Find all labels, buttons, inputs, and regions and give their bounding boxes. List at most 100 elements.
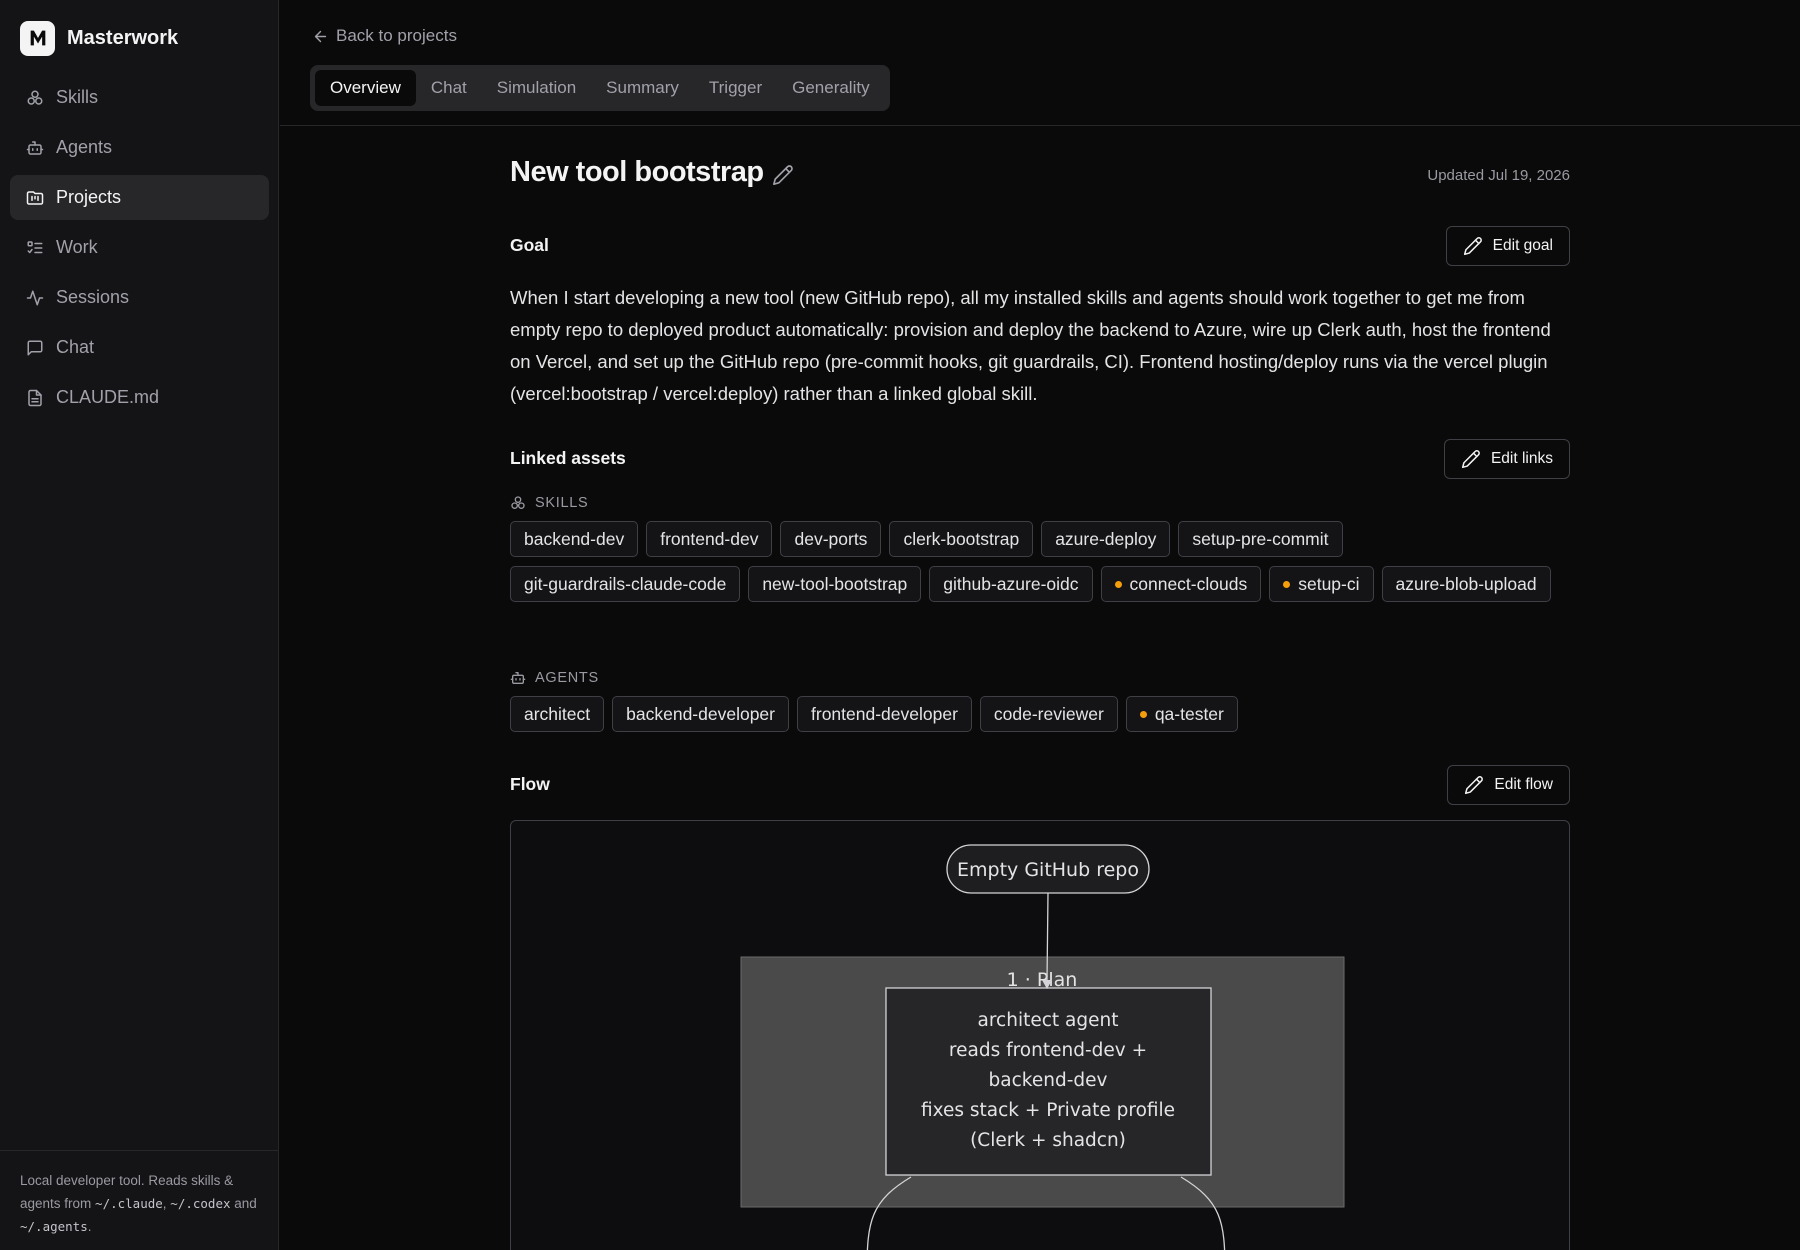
linked-assets-heading: Linked assets — [510, 448, 626, 468]
skill-chip-label: new-tool-bootstrap — [762, 573, 908, 594]
sidebar-item-skills[interactable]: Skills — [10, 75, 269, 120]
sidebar-item-label: Chat — [56, 337, 95, 357]
tab-simulation[interactable]: Simulation — [482, 70, 591, 106]
pencil-icon — [1465, 776, 1484, 795]
skill-chip[interactable]: setup-pre-commit — [1178, 521, 1343, 557]
skill-chip[interactable]: github-azure-oidc — [929, 566, 1093, 602]
status-dot-icon — [1283, 580, 1291, 588]
status-dot-icon — [1139, 710, 1147, 718]
projects-icon — [26, 189, 44, 207]
back-to-projects-link[interactable]: Back to projects — [312, 26, 457, 46]
node-line: backend-dev — [989, 1070, 1108, 1091]
skill-chip[interactable]: azure-blob-upload — [1381, 566, 1551, 602]
edit-goal-button[interactable]: Edit goal — [1445, 226, 1570, 266]
skills-label: SKILLS — [535, 495, 589, 511]
skill-chip-label: frontend-dev — [660, 528, 759, 549]
skill-chip[interactable]: git-guardrails-claude-code — [510, 566, 741, 602]
footer-path: ~/.claude — [95, 1196, 163, 1211]
agents-group-label: AGENTS — [510, 670, 599, 686]
sidebar-item-agents[interactable]: Agents — [10, 125, 269, 170]
agent-chip-label: frontend-developer — [811, 703, 958, 724]
bot-icon — [26, 139, 44, 157]
tab-trigger[interactable]: Trigger — [694, 70, 777, 106]
skill-chip-label: dev-ports — [794, 528, 868, 549]
pencil-icon — [1461, 450, 1480, 469]
skill-chip[interactable]: frontend-dev — [646, 521, 773, 557]
agent-chip[interactable]: code-reviewer — [979, 696, 1118, 732]
tab-chat[interactable]: Chat — [416, 70, 482, 106]
skill-chip[interactable]: dev-ports — [780, 521, 882, 557]
goal-section-header: Goal Edit goal — [510, 226, 1570, 266]
skill-chip[interactable]: azure-deploy — [1041, 521, 1171, 557]
goal-text: When I start developing a new tool (new … — [510, 287, 1551, 404]
tab-bar: Overview Chat Simulation Summary Trigger… — [310, 65, 890, 111]
tab-summary[interactable]: Summary — [591, 70, 694, 106]
start-node-label: Empty GitHub repo — [957, 859, 1139, 881]
skill-chip[interactable]: clerk-bootstrap — [889, 521, 1034, 557]
skill-chip-label: azure-deploy — [1055, 528, 1157, 549]
page-title: New tool bootstrap — [510, 156, 764, 188]
skill-chip[interactable]: backend-dev — [510, 521, 639, 557]
skill-chip-label: github-azure-oidc — [943, 573, 1079, 594]
goal-heading: Goal — [510, 235, 549, 255]
skills-icon — [511, 496, 525, 509]
node-line: reads frontend-dev + — [949, 1040, 1147, 1061]
sidebar-footer: Local developer tool. Reads skills & age… — [0, 1150, 279, 1250]
edit-links-button[interactable]: Edit links — [1443, 439, 1570, 479]
skill-chip-label: clerk-bootstrap — [903, 528, 1020, 549]
sidebar-item-label: Work — [56, 237, 98, 257]
tab-overview[interactable]: Overview — [315, 70, 416, 106]
node-line: (Clerk + shadcn) — [970, 1130, 1126, 1151]
sidebar-item-label: Agents — [56, 137, 113, 157]
sidebar-item-projects[interactable]: Projects — [10, 175, 269, 220]
agent-chip[interactable]: frontend-developer — [797, 696, 972, 732]
sidebar-item-claude-md[interactable]: CLAUDE.md — [10, 375, 269, 420]
footer-text: . — [87, 1219, 92, 1234]
masterwork-logo-icon — [20, 20, 55, 56]
edit-links-label: Edit links — [1490, 450, 1553, 467]
footer-path: ~/.agents — [20, 1219, 88, 1234]
flow-section-header: Flow Edit flow — [510, 765, 1570, 805]
agent-chip[interactable]: backend-developer — [612, 696, 789, 732]
activity-icon — [26, 289, 44, 307]
linked-assets-header: Linked assets Edit links — [510, 439, 1570, 479]
edit-title-pencil-icon[interactable] — [772, 164, 794, 186]
brand[interactable]: Masterwork — [20, 20, 178, 56]
edit-flow-button[interactable]: Edit flow — [1447, 765, 1570, 805]
status-dot-icon — [1114, 580, 1122, 588]
skills-group-label: SKILLS — [510, 495, 588, 511]
flow-diagram[interactable]: Empty GitHub repo 1 · Plan architect age… — [510, 820, 1570, 1250]
skill-chip-label: git-guardrails-claude-code — [524, 573, 727, 594]
flow-heading: Flow — [510, 774, 550, 794]
sidebar-item-label: Projects — [56, 187, 122, 207]
agent-chip-label: qa-tester — [1154, 703, 1224, 724]
sidebar-item-work[interactable]: Work — [10, 225, 269, 270]
message-icon — [26, 339, 44, 357]
sidebar-item-sessions[interactable]: Sessions — [10, 275, 269, 320]
agent-chip-label: backend-developer — [626, 703, 775, 724]
back-label: Back to projects — [336, 26, 457, 45]
sidebar-item-label: Sessions — [56, 287, 130, 307]
bot-icon — [510, 672, 526, 684]
skill-chip[interactable]: new-tool-bootstrap — [748, 566, 922, 602]
agent-chip-label: architect — [524, 703, 591, 724]
agent-chip[interactable]: architect — [510, 696, 605, 732]
agent-chip[interactable]: qa-tester — [1125, 696, 1238, 732]
node-line: architect agent — [978, 1010, 1119, 1031]
arrow-left-icon — [314, 30, 327, 42]
skills-icon — [26, 89, 44, 107]
app-name: Masterwork — [67, 26, 179, 49]
sidebar: Masterwork Skills Agents Projects Work S… — [0, 0, 279, 1250]
sidebar-item-label: Skills — [56, 87, 99, 107]
footer-text: and — [230, 1196, 257, 1211]
sidebar-item-chat[interactable]: Chat — [10, 325, 269, 370]
skill-chip-label: setup-pre-commit — [1192, 528, 1329, 549]
sidebar-nav: Skills Agents Projects Work Sessions Cha… — [10, 75, 269, 425]
agent-chip-label: code-reviewer — [993, 703, 1104, 724]
skill-chip[interactable]: setup-ci — [1269, 566, 1374, 602]
skill-chip-label: setup-ci — [1298, 573, 1360, 594]
skill-chip[interactable]: connect-clouds — [1100, 566, 1262, 602]
agents-chip-list: architect backend-developer frontend-devel… — [510, 696, 1570, 732]
sidebar-item-label: CLAUDE.md — [56, 387, 160, 407]
tab-generality[interactable]: Generality — [777, 70, 884, 106]
